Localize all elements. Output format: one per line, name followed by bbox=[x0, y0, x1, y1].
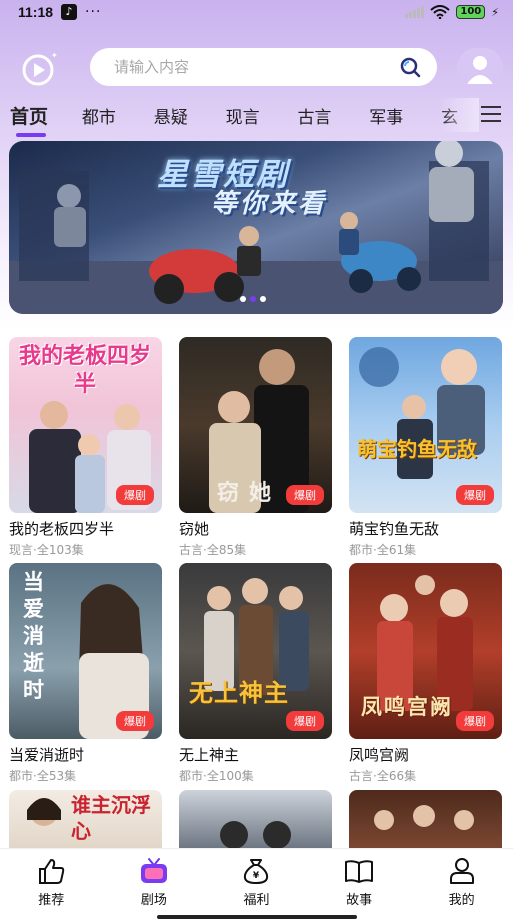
poster-artwork bbox=[220, 821, 291, 848]
drama-title[interactable]: 我的老板四岁半 bbox=[9, 518, 162, 539]
nav-welfare-label: 福利 bbox=[243, 893, 270, 908]
drama-poster[interactable]: 谁主沉浮心 bbox=[9, 790, 162, 848]
drama-poster[interactable] bbox=[179, 790, 332, 848]
tiktok-icon: ♪ bbox=[61, 4, 78, 20]
drama-poster[interactable]: 当爱消逝时 爆剧 bbox=[9, 563, 162, 739]
drama-poster[interactable]: 凤鸣宫阙 爆剧 bbox=[349, 563, 502, 739]
tab-home[interactable]: 首页 bbox=[10, 102, 82, 137]
hot-badge: 爆剧 bbox=[456, 485, 494, 505]
poster-artwork bbox=[374, 805, 474, 830]
drama-card[interactable] bbox=[349, 790, 502, 848]
poster-title-text: 当爱消逝时 bbox=[23, 570, 44, 702]
svg-text:¥: ¥ bbox=[253, 871, 260, 881]
bottom-navigation: 推荐 剧场 ¥ 福利 故事 我的 bbox=[0, 848, 513, 923]
drama-card[interactable] bbox=[179, 790, 332, 848]
poster-title-text: 无上神主 bbox=[189, 679, 289, 707]
home-indicator[interactable] bbox=[157, 915, 357, 919]
nav-welfare[interactable]: ¥ 福利 bbox=[205, 849, 308, 923]
drama-card[interactable]: 谁主沉浮心 bbox=[9, 790, 162, 848]
banner-pagination bbox=[240, 296, 266, 302]
drama-card[interactable]: 我的老板四岁半 爆剧 我的老板四岁半 现言·全103集 bbox=[9, 337, 162, 558]
nav-recommend[interactable]: 推荐 bbox=[0, 849, 103, 923]
drama-title[interactable]: 凤鸣宫阙 bbox=[349, 744, 502, 765]
drama-card[interactable]: 萌宝钓鱼无敌 爆剧 萌宝钓鱼无敌 都市·全61集 bbox=[349, 337, 502, 558]
drama-meta: 都市·全61集 bbox=[349, 543, 417, 557]
drama-meta: 古言·全85集 bbox=[179, 543, 247, 557]
search-input[interactable] bbox=[114, 58, 399, 76]
drama-meta: 都市·全53集 bbox=[9, 769, 77, 783]
banner-subtitle: 等你来看 bbox=[211, 189, 328, 219]
tab-city[interactable]: 都市 bbox=[82, 103, 154, 128]
tab-modern-romance[interactable]: 现言 bbox=[226, 103, 298, 128]
poster-title-text: 谁主沉浮心 bbox=[71, 793, 151, 843]
drama-meta: 现言·全103集 bbox=[9, 543, 84, 557]
drama-poster[interactable]: 萌宝钓鱼无敌 爆剧 bbox=[349, 337, 502, 513]
book-icon bbox=[345, 860, 374, 883]
hot-badge: 爆剧 bbox=[456, 711, 494, 731]
status-time: 11:18 bbox=[18, 4, 54, 20]
nav-story-label: 故事 bbox=[346, 893, 373, 908]
poster-title-text: 凤鸣宫阙 bbox=[361, 695, 453, 719]
tab-mystery[interactable]: 悬疑 bbox=[154, 103, 226, 128]
app-header: ✦ bbox=[0, 44, 513, 92]
wifi-icon bbox=[430, 5, 451, 19]
drama-card[interactable]: 无上神主 爆剧 无上神主 都市·全100集 bbox=[179, 563, 332, 784]
money-bag-icon: ¥ bbox=[244, 859, 269, 885]
more-notifications-icon: ··· bbox=[85, 4, 102, 20]
status-bar: 11:18 ♪ ··· 100 ⚡ bbox=[0, 0, 513, 24]
nav-story[interactable]: 故事 bbox=[308, 849, 411, 923]
drama-poster[interactable]: 我的老板四岁半 爆剧 bbox=[9, 337, 162, 513]
app-logo-icon[interactable]: ✦ bbox=[18, 50, 58, 86]
drama-meta: 古言·全66集 bbox=[349, 769, 417, 783]
drama-poster[interactable]: 无上神主 爆剧 bbox=[179, 563, 332, 739]
search-icon[interactable] bbox=[399, 56, 421, 78]
nav-profile-label: 我的 bbox=[448, 893, 475, 908]
hot-badge: 爆剧 bbox=[116, 485, 154, 505]
thumbs-up-icon bbox=[39, 859, 65, 884]
nav-profile[interactable]: 我的 bbox=[410, 849, 513, 923]
poster-title-text: 窃她 bbox=[217, 481, 282, 506]
svg-text:✦: ✦ bbox=[51, 51, 58, 60]
tab-fade-overlay bbox=[439, 98, 479, 132]
tv-icon bbox=[140, 858, 167, 883]
promo-banner[interactable]: 星雪短剧 等你来看 bbox=[9, 141, 503, 314]
nav-theater-label: 剧场 bbox=[140, 893, 167, 908]
battery-icon: 100 bbox=[456, 5, 486, 19]
hot-badge: 爆剧 bbox=[116, 711, 154, 731]
hot-badge: 爆剧 bbox=[286, 485, 324, 505]
person-icon bbox=[467, 56, 493, 84]
category-menu-icon[interactable] bbox=[481, 106, 501, 122]
drama-title[interactable]: 无上神主 bbox=[179, 744, 332, 765]
drama-poster[interactable] bbox=[349, 790, 502, 848]
drama-title[interactable]: 窃她 bbox=[179, 518, 332, 539]
poster-title-text: 萌宝钓鱼无敌 bbox=[357, 437, 477, 461]
tab-ancient-romance[interactable]: 古言 bbox=[297, 103, 369, 128]
person-icon bbox=[449, 858, 474, 884]
drama-meta: 都市·全100集 bbox=[179, 769, 254, 783]
drama-poster[interactable]: 窃她 爆剧 bbox=[179, 337, 332, 513]
drama-card[interactable]: 窃她 爆剧 窃她 古言·全85集 bbox=[179, 337, 332, 558]
poster-title-text: 我的老板四岁半 bbox=[18, 344, 151, 397]
search-bar[interactable] bbox=[90, 48, 437, 86]
nav-theater[interactable]: 剧场 bbox=[103, 849, 206, 923]
drama-card[interactable]: 凤鸣宫阙 爆剧 凤鸣宫阙 古言·全66集 bbox=[349, 563, 502, 784]
hot-badge: 爆剧 bbox=[286, 711, 324, 731]
signal-icon bbox=[405, 6, 425, 18]
category-tabs: 首页 都市 悬疑 现言 古言 军事 玄 bbox=[0, 98, 513, 137]
drama-title[interactable]: 萌宝钓鱼无敌 bbox=[349, 518, 502, 539]
tab-military[interactable]: 军事 bbox=[369, 103, 441, 128]
drama-card[interactable]: 当爱消逝时 爆剧 当爱消逝时 都市·全53集 bbox=[9, 563, 162, 784]
user-avatar[interactable] bbox=[457, 48, 503, 86]
nav-recommend-label: 推荐 bbox=[38, 893, 65, 908]
charging-icon: ⚡ bbox=[491, 5, 499, 19]
drama-title[interactable]: 当爱消逝时 bbox=[9, 744, 162, 765]
